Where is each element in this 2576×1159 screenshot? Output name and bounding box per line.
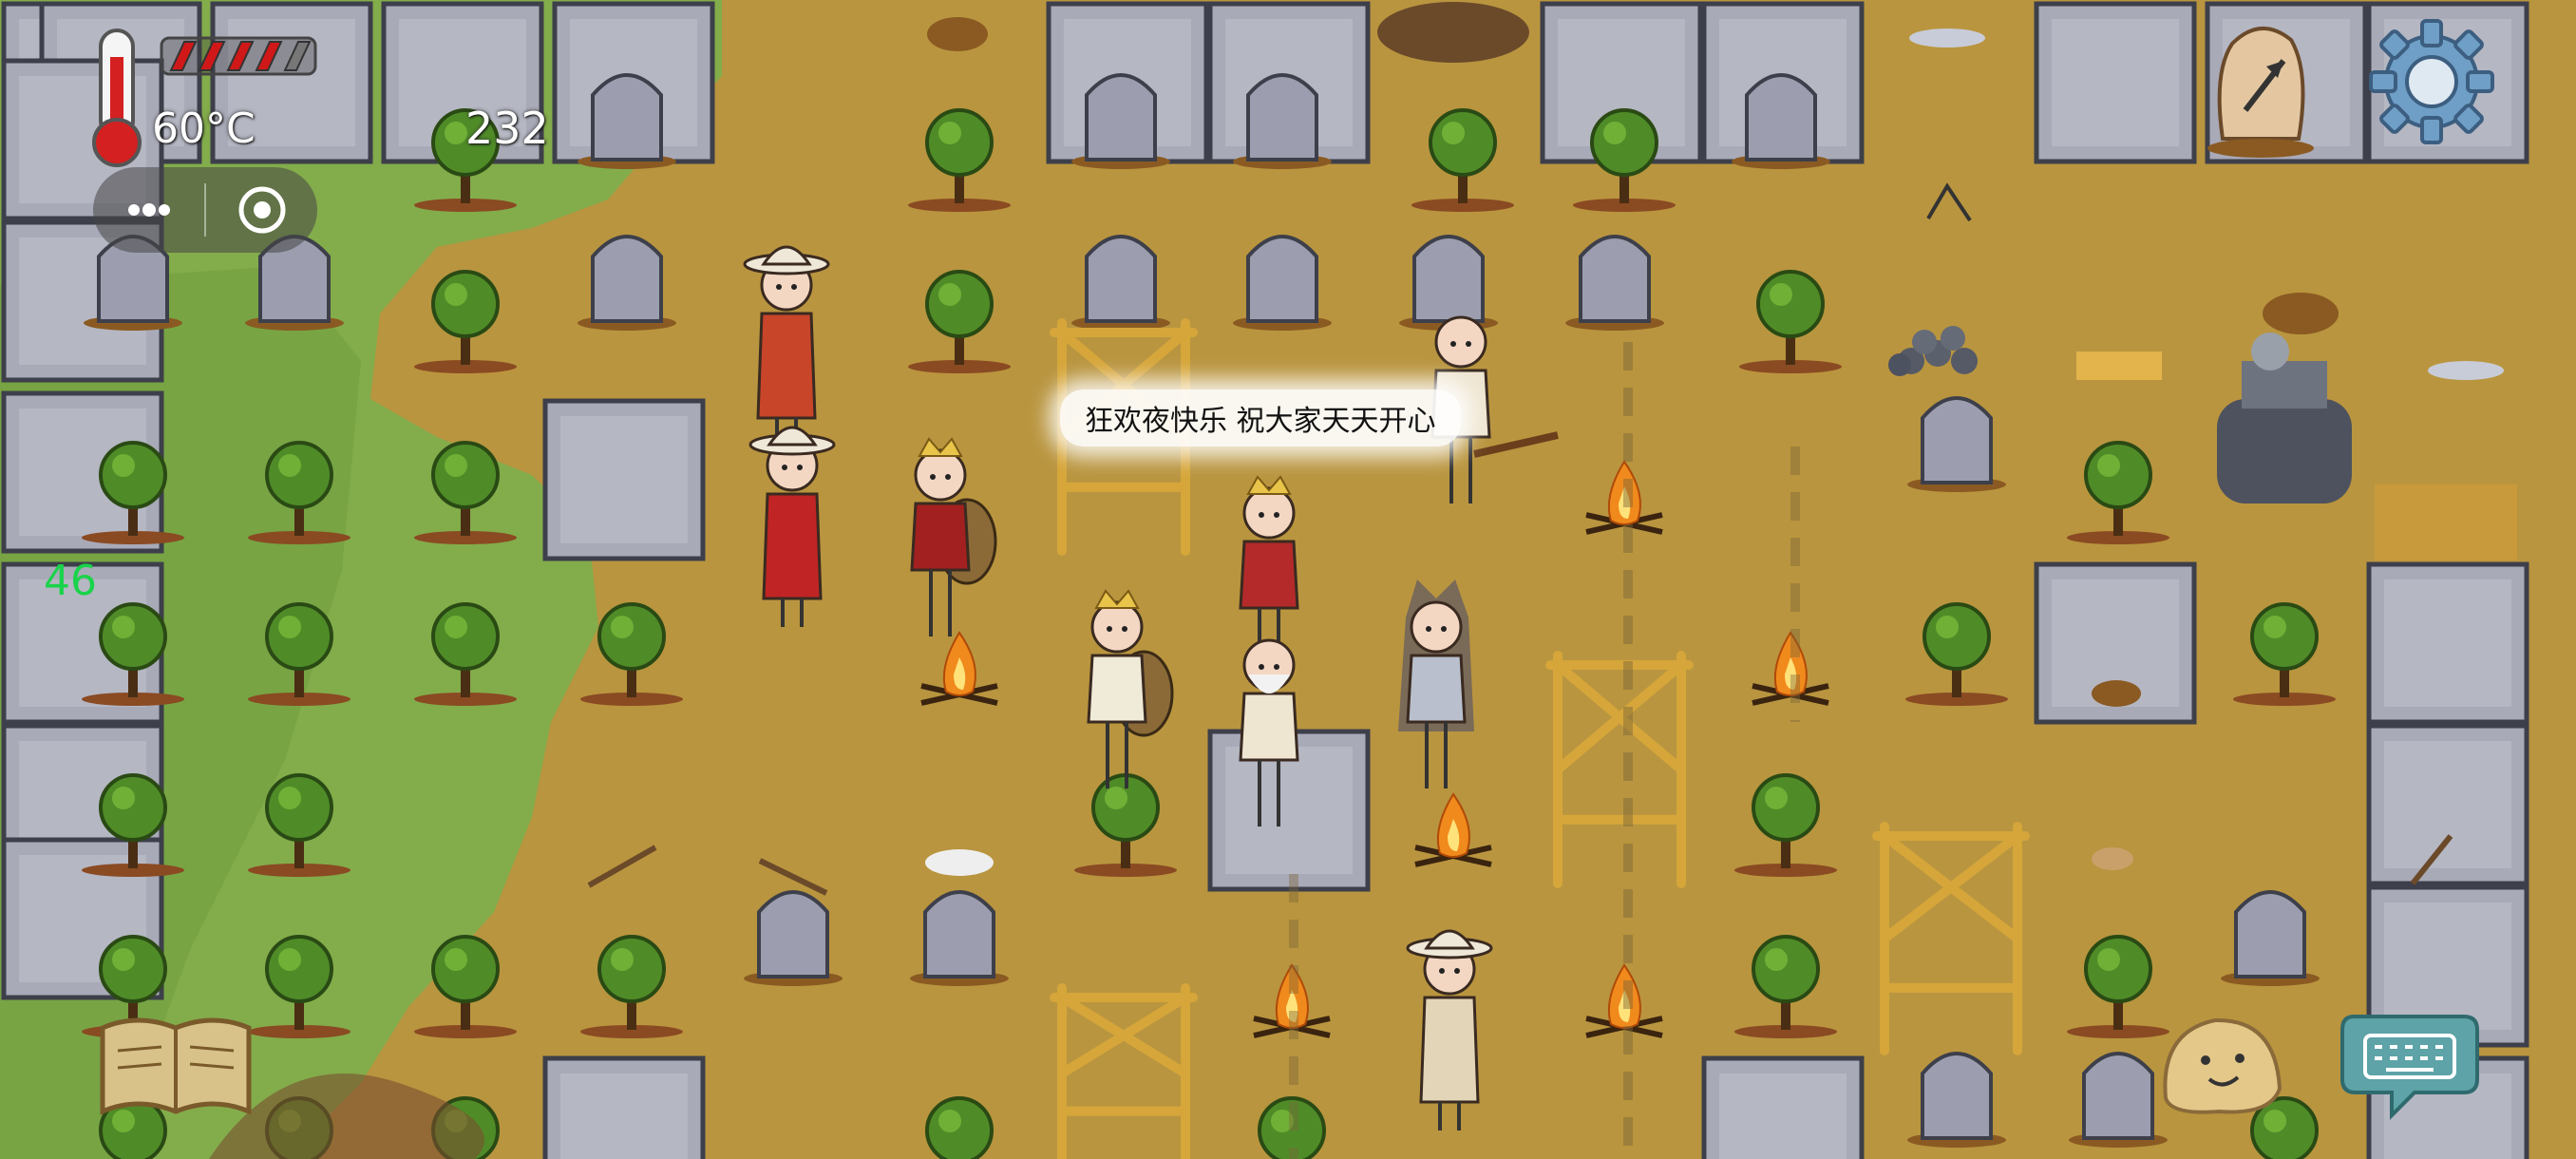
basket-item[interactable] [927,17,988,51]
compass-icon[interactable] [2204,15,2318,158]
side-number: 46 [44,557,97,605]
mini-program-capsule [93,167,317,253]
stone-tile [2034,1,2197,164]
stone-tile [2366,561,2529,725]
stump[interactable] [2263,293,2339,334]
gear-icon[interactable] [2365,15,2498,148]
game-world[interactable] [0,0,2576,1159]
handcart[interactable] [2375,484,2517,560]
more-dots-icon[interactable] [93,167,204,253]
stone-tile [1701,1055,1865,1159]
wooden-boards[interactable] [2076,352,2162,380]
smiley-icon[interactable] [2156,1013,2285,1119]
stone-tile [542,398,706,561]
seed-item[interactable] [2092,847,2133,870]
food-meter-icon [160,34,317,78]
target-icon[interactable] [206,167,317,253]
flint-item-2[interactable] [2428,361,2504,380]
book-icon[interactable] [95,1009,256,1123]
stone-tile [542,1055,706,1159]
bear-creature[interactable] [1377,2,1529,63]
temperature-readout: 60°C [152,104,256,153]
speech-bubble: 狂欢夜快乐 祝大家天天开心 [1060,390,1461,446]
score-counter: 232 [465,103,549,154]
fleece-item[interactable] [925,849,994,876]
stone-tile [2366,723,2529,886]
bowl-item[interactable] [2092,680,2141,707]
thermometer-icon [87,27,146,169]
keyboard-icon[interactable] [2339,1007,2481,1121]
flint-item[interactable] [1909,28,1985,48]
